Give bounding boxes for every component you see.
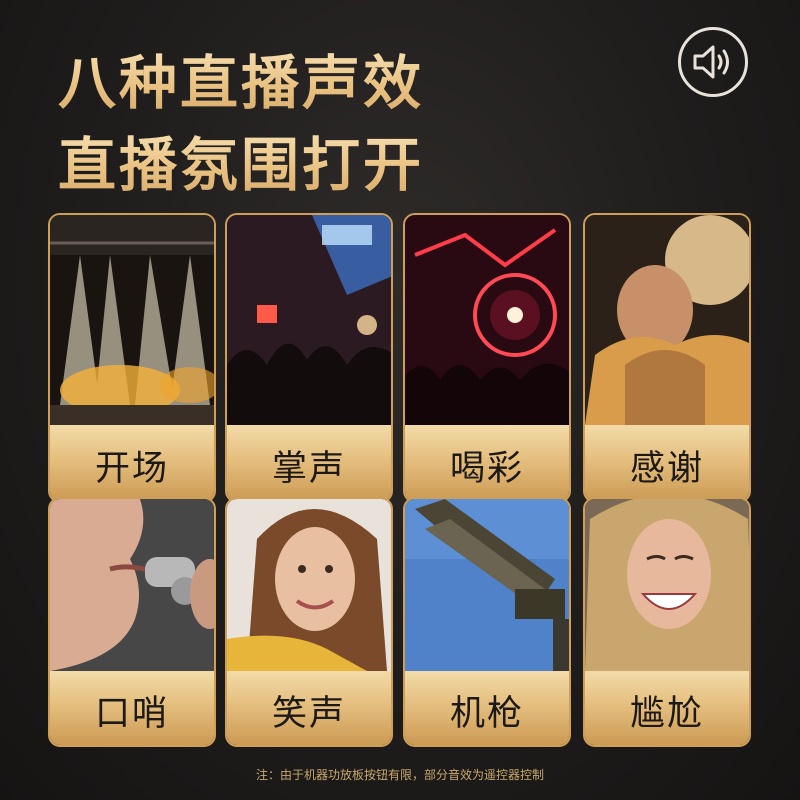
laughing-woman-photo [585,499,749,671]
effect-card-machine-gun[interactable]: 机枪 [403,497,571,747]
speaker-icon[interactable] [678,27,748,97]
effect-label: 笑声 [227,671,391,745]
effect-card-thanks[interactable]: 感谢 [583,213,751,503]
effect-label: 掌声 [227,425,391,501]
effect-card-applause[interactable]: 掌声 [225,213,393,503]
effect-label: 喝彩 [405,425,569,501]
effect-card-cheer[interactable]: 喝彩 [403,213,571,503]
effect-label: 开场 [50,425,214,501]
effect-label: 感谢 [585,425,749,501]
cheering-concert-photo [405,215,569,425]
headline-line-2: 直播氛围打开 [58,118,424,202]
headline-line-1: 八种直播声效 [58,36,424,120]
effect-label: 口哨 [50,671,214,745]
effect-card-laughter[interactable]: 笑声 [225,497,393,747]
whistle-photo [50,499,214,671]
effect-card-opening[interactable]: 开场 [48,213,216,503]
hugging-people-photo [585,215,749,425]
effect-card-whistle[interactable]: 口哨 [48,497,216,747]
effect-card-awkward[interactable]: 尴尬 [583,497,751,747]
effect-label: 机枪 [405,671,569,745]
concert-stage-photo [50,215,214,425]
effect-label: 尴尬 [585,671,749,745]
machine-gun-photo [405,499,569,671]
crowd-applause-photo [227,215,391,425]
smiling-woman-photo [227,499,391,671]
footnote: 注：由于机器功放板按钮有限，部分音效为遥控器控制 [255,768,544,782]
